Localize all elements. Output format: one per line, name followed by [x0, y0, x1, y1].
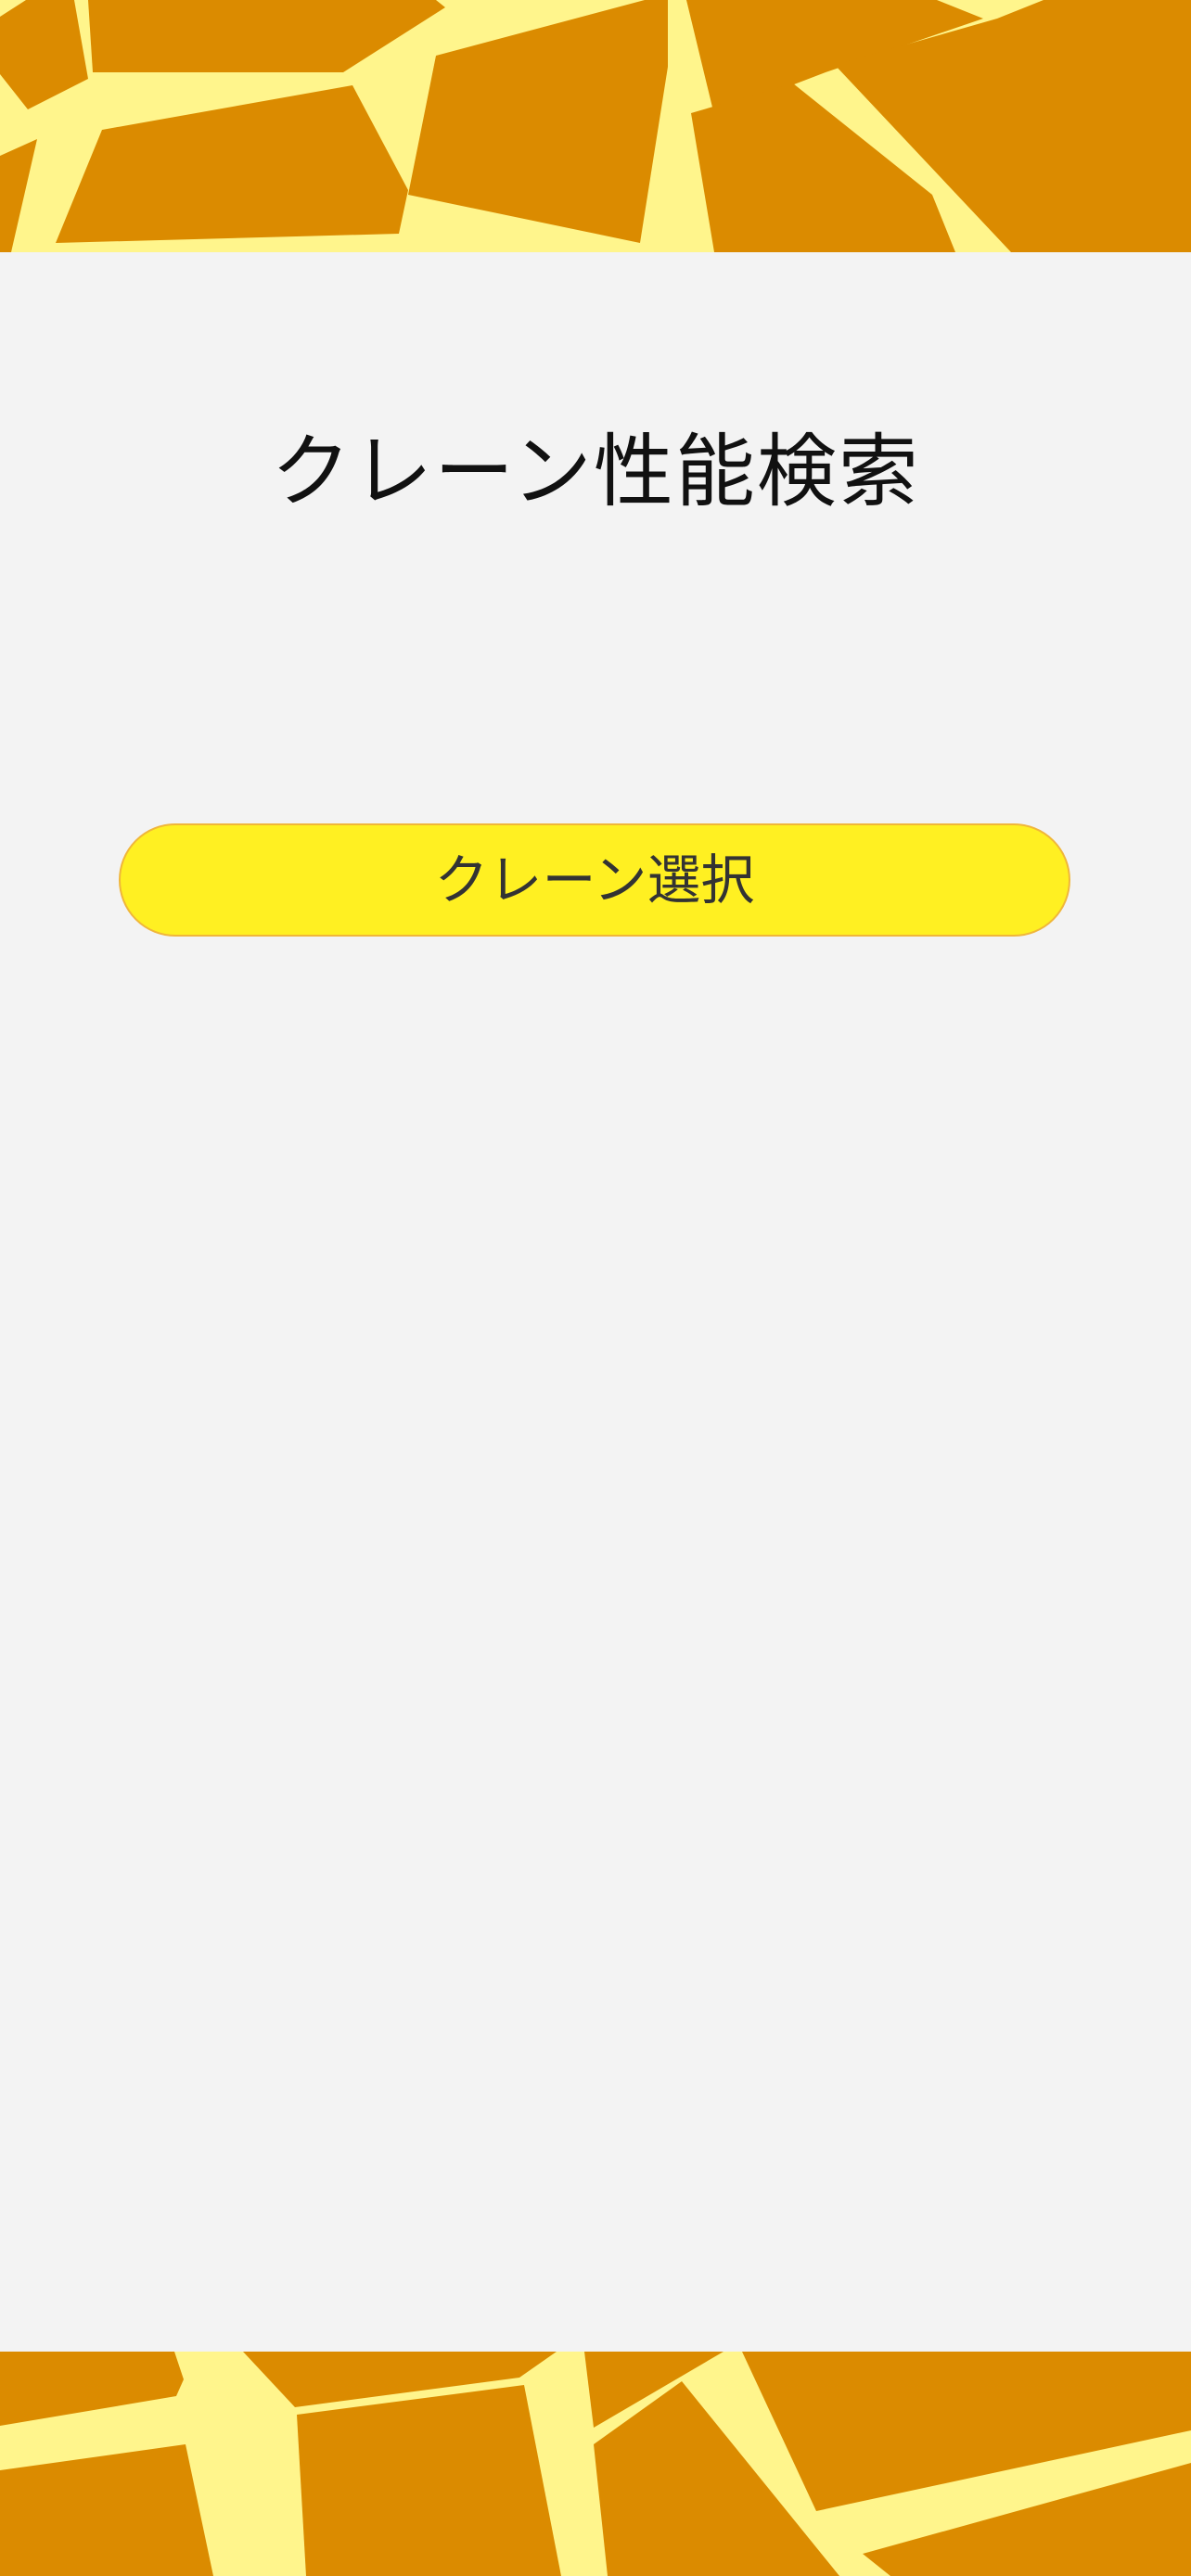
- header-banner: [0, 0, 1191, 252]
- page-title: クレーン性能検索: [271, 426, 920, 518]
- giraffe-pattern-top-icon: [0, 0, 1191, 252]
- crane-select-button[interactable]: クレーン選択: [119, 823, 1070, 937]
- main-content: クレーン性能検索 クレーン選択: [0, 252, 1191, 2352]
- giraffe-pattern-bottom-icon: [0, 2352, 1191, 2576]
- footer-banner: [0, 2352, 1191, 2576]
